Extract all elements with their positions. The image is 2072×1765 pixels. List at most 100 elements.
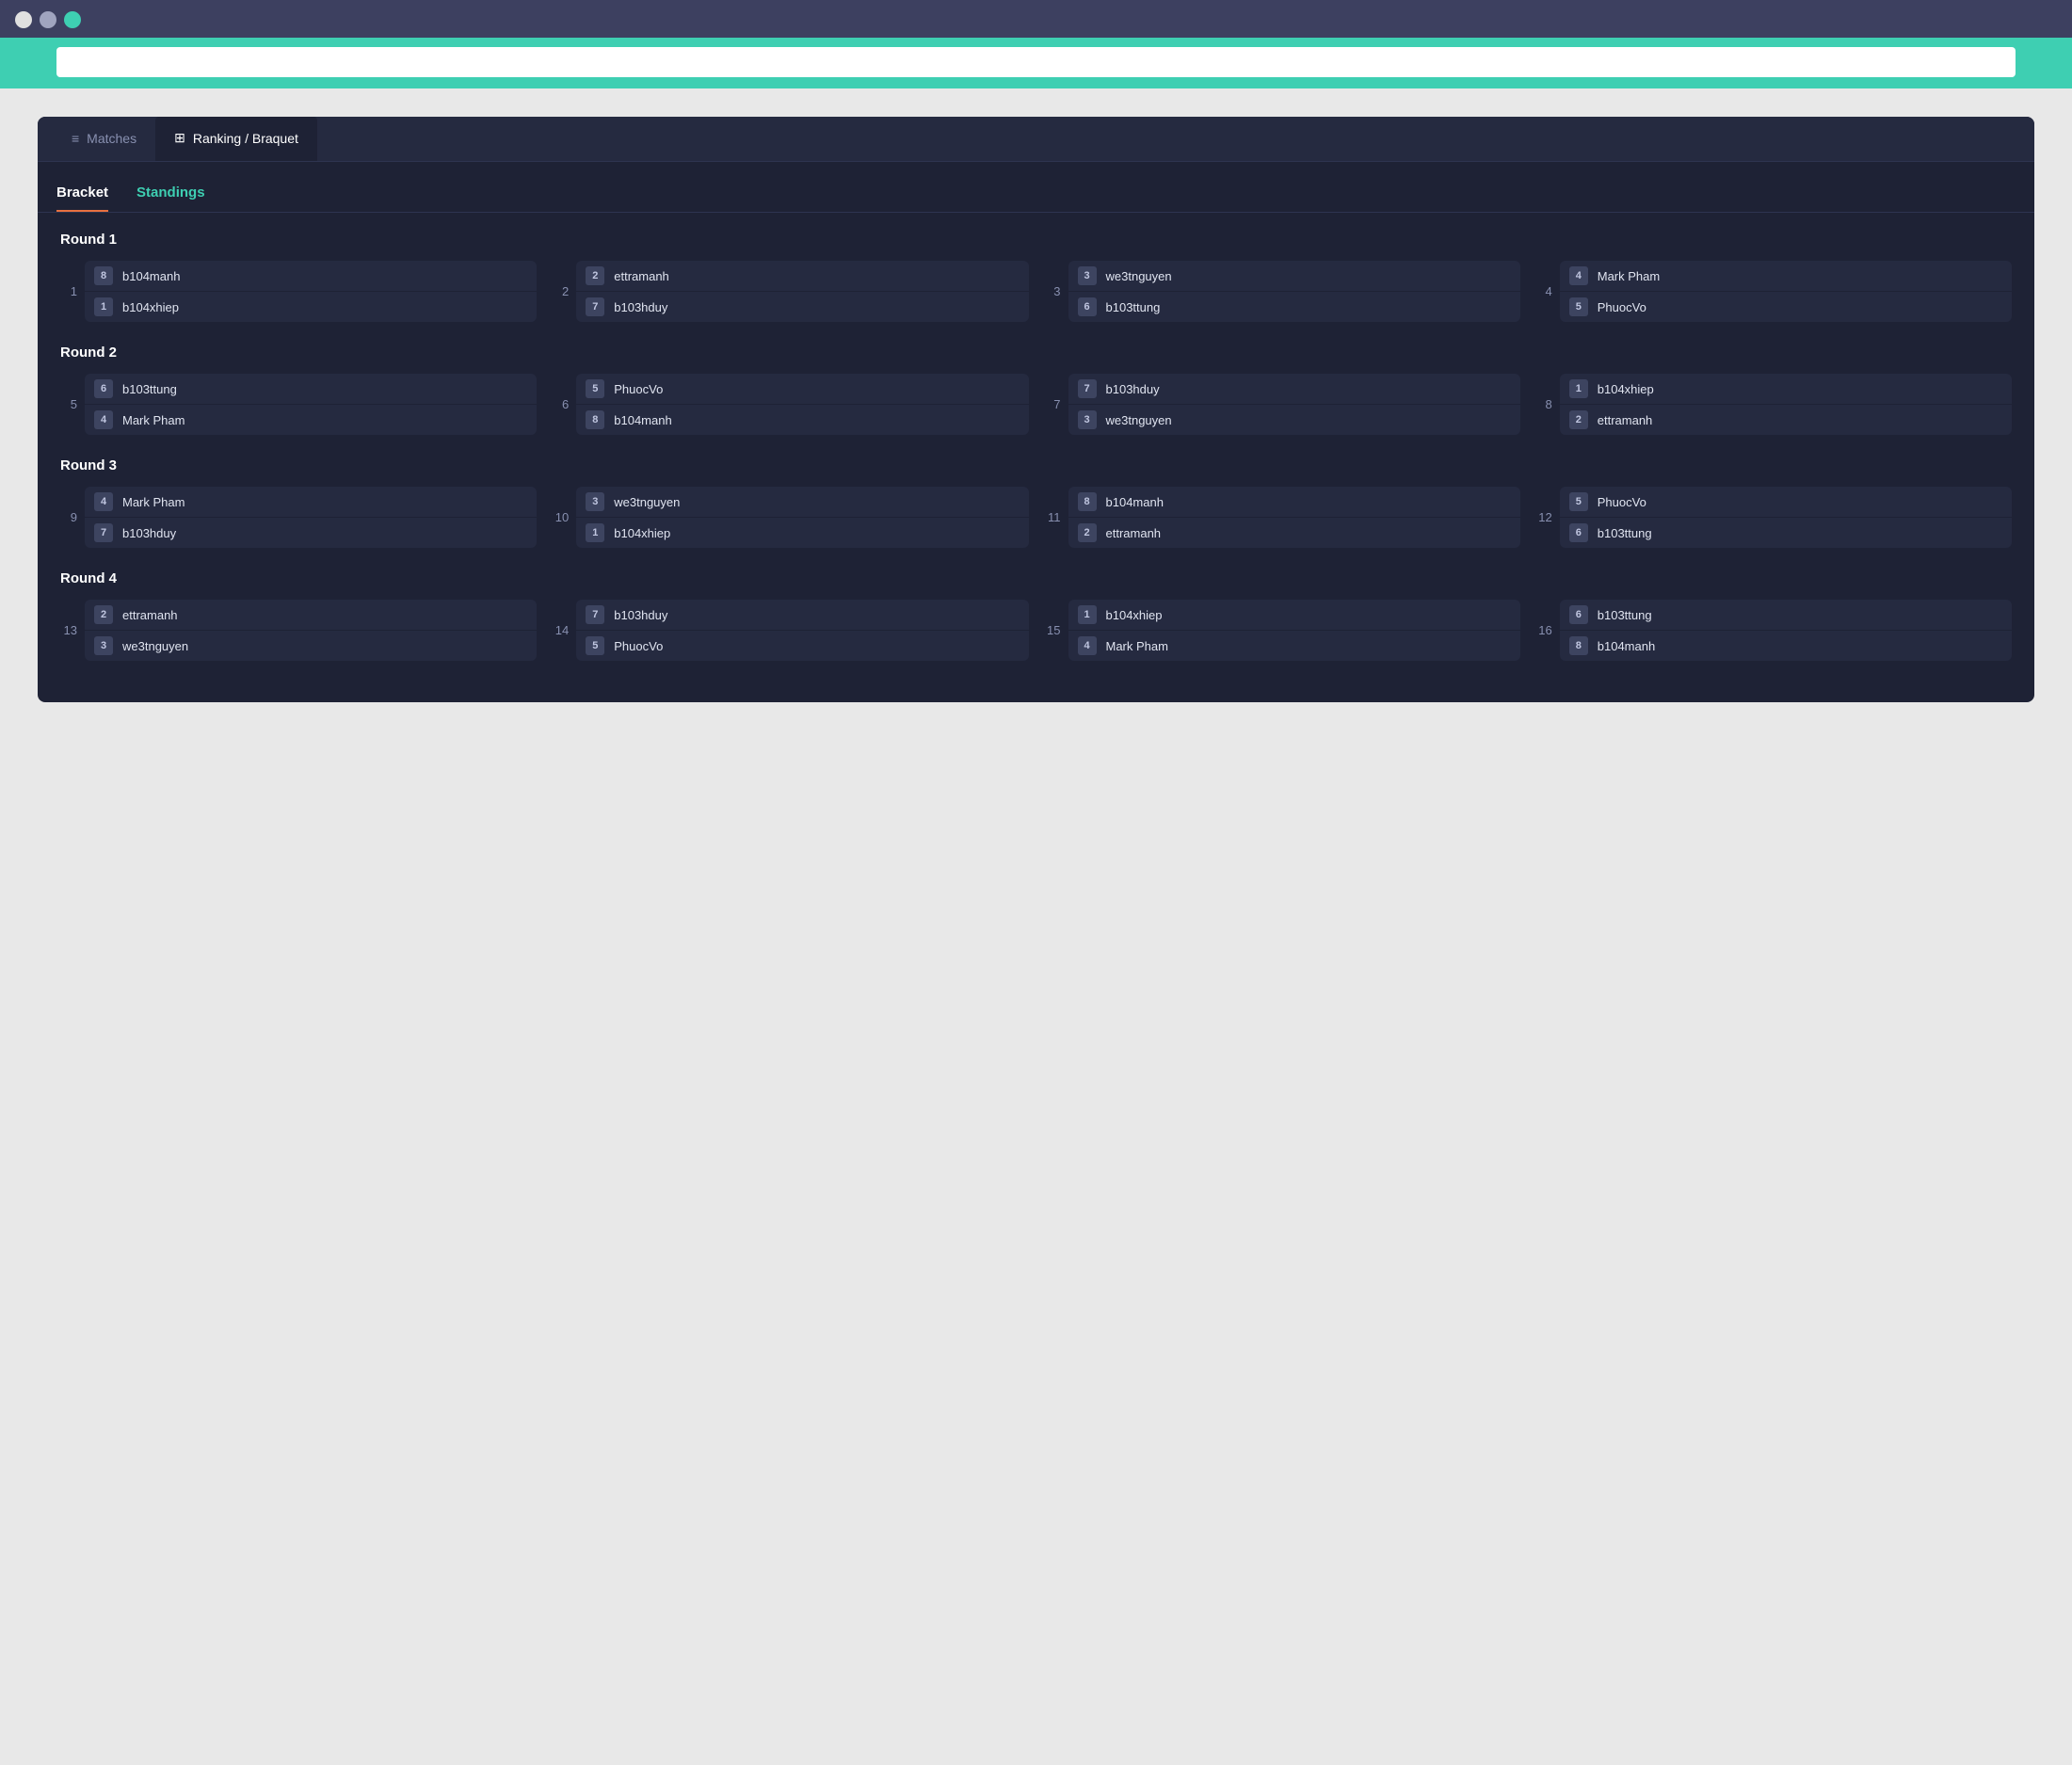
player-seed: 1 xyxy=(94,297,113,316)
match-container: 33we3tnguyen6b103ttung xyxy=(1044,261,1520,322)
player-seed: 7 xyxy=(586,297,604,316)
browser-bar-area xyxy=(0,38,2072,88)
player-seed: 1 xyxy=(1569,379,1588,398)
player-seed: 8 xyxy=(94,266,113,285)
player-name: b103ttung xyxy=(1598,526,1652,540)
player-seed: 6 xyxy=(1078,297,1097,316)
match-player: 5 PhuocVo xyxy=(1560,292,2012,322)
player-seed: 6 xyxy=(1569,523,1588,542)
player-name: ettramanh xyxy=(1106,526,1162,540)
player-name: b104xhiep xyxy=(122,300,179,314)
match-player: 3 we3tnguyen xyxy=(85,631,537,661)
match-card: 2 ettramanh 3 we3tnguyen xyxy=(85,600,537,661)
dot-yellow xyxy=(40,11,56,28)
match-player: 5PhuocVo xyxy=(576,631,1028,661)
dot-green xyxy=(64,11,81,28)
player-seed: 4 xyxy=(1569,266,1588,285)
player-name: b104manh xyxy=(1106,495,1164,509)
matches-grid: 18b104manh1b104xhiep22ettramanh7b103hduy… xyxy=(60,261,2012,322)
match-player: 6 b103ttung xyxy=(85,374,537,405)
player-seed: 8 xyxy=(1569,636,1588,655)
round-title: Round 1 xyxy=(60,232,2012,248)
player-name: PhuocVo xyxy=(1598,300,1646,314)
player-name: b103ttung xyxy=(122,382,177,396)
player-seed: 4 xyxy=(94,410,113,429)
match-card: 8 b104manh 1 b104xhiep xyxy=(85,261,537,322)
match-number: 9 xyxy=(60,510,77,524)
match-player: 1b104xhiep xyxy=(576,518,1028,548)
match-number: 11 xyxy=(1044,510,1061,524)
browser-chrome xyxy=(0,0,2072,38)
match-container: 16 6b103ttung8b104manh xyxy=(1535,600,2012,661)
match-number: 16 xyxy=(1535,623,1552,637)
player-seed: 2 xyxy=(1569,410,1588,429)
player-seed: 5 xyxy=(1569,297,1588,316)
player-seed: 6 xyxy=(94,379,113,398)
match-container: 118b104manh2ettramanh xyxy=(1044,487,1520,548)
player-name: PhuocVo xyxy=(1598,495,1646,509)
inner-tab-bracket[interactable]: Bracket xyxy=(56,177,108,212)
player-seed: 2 xyxy=(94,605,113,624)
match-number: 4 xyxy=(1535,284,1552,298)
player-name: PhuocVo xyxy=(614,382,663,396)
player-seed: 4 xyxy=(1078,636,1097,655)
address-bar[interactable] xyxy=(56,47,2016,77)
player-name: b103ttung xyxy=(1106,300,1161,314)
match-container: 81b104xhiep2ettramanh xyxy=(1535,374,2012,435)
tab-matches-label: Matches xyxy=(87,131,137,146)
match-number: 1 xyxy=(60,284,77,298)
match-player: 3we3tnguyen xyxy=(576,487,1028,518)
match-number: 2 xyxy=(552,284,569,298)
match-container: 132ettramanh3we3tnguyen xyxy=(60,600,537,661)
match-card: 2ettramanh7b103hduy xyxy=(576,261,1028,322)
player-name: we3tnguyen xyxy=(122,639,188,653)
match-player: 5PhuocVo xyxy=(576,374,1028,405)
player-seed: 7 xyxy=(94,523,113,542)
player-name: Mark Pham xyxy=(1598,269,1660,283)
player-seed: 2 xyxy=(586,266,604,285)
match-player: 4 Mark Pham xyxy=(1068,631,1520,661)
match-player: 8 b104manh xyxy=(85,261,537,292)
match-player: 6b103ttung xyxy=(1560,600,2012,631)
round-section: Round 4132ettramanh3we3tnguyen147b103hdu… xyxy=(60,570,2012,661)
player-name: ettramanh xyxy=(614,269,669,283)
match-container: 103we3tnguyen1b104xhiep xyxy=(552,487,1028,548)
match-container: 151b104xhiep4Mark Pham xyxy=(1044,600,1520,661)
match-player: 7 b103hduy xyxy=(85,518,537,548)
inner-tab-standings[interactable]: Standings xyxy=(137,177,205,212)
dot-red xyxy=(15,11,32,28)
content-area: ≡ Matches ⊞ Ranking / Braquet Bracket St… xyxy=(0,88,2072,1765)
match-card: 4Mark Pham 7 b103hduy xyxy=(85,487,537,548)
tab-ranking[interactable]: ⊞ Ranking / Braquet xyxy=(155,117,317,161)
match-player: 2 ettramanh xyxy=(1560,405,2012,435)
player-seed: 3 xyxy=(94,636,113,655)
match-number: 3 xyxy=(1044,284,1061,298)
player-seed: 8 xyxy=(1078,492,1097,511)
player-seed: 7 xyxy=(586,605,604,624)
player-name: Mark Pham xyxy=(1106,639,1168,653)
ranking-icon: ⊞ xyxy=(174,130,185,146)
player-seed: 3 xyxy=(586,492,604,511)
player-name: b103ttung xyxy=(1598,608,1652,622)
player-name: Mark Pham xyxy=(122,413,185,427)
bracket-content: Round 118b104manh1b104xhiep22ettramanh7b… xyxy=(38,213,2034,702)
player-seed: 1 xyxy=(1078,605,1097,624)
tab-matches[interactable]: ≡ Matches xyxy=(53,117,155,161)
match-player: 2 ettramanh xyxy=(576,261,1028,292)
match-number: 5 xyxy=(60,397,77,411)
player-name: b103hduy xyxy=(122,526,176,540)
round-title: Round 2 xyxy=(60,345,2012,361)
player-name: ettramanh xyxy=(1598,413,1653,427)
match-player: 8b104manh xyxy=(1560,631,2012,661)
match-player: 4Mark Pham xyxy=(85,487,537,518)
match-player: 6 b103ttung xyxy=(1068,292,1520,322)
player-name: ettramanh xyxy=(122,608,178,622)
tabs-bar: ≡ Matches ⊞ Ranking / Braquet xyxy=(38,117,2034,162)
player-name: we3tnguyen xyxy=(1106,269,1172,283)
inner-tab-standings-label: Standings xyxy=(137,185,205,201)
player-name: b104manh xyxy=(122,269,180,283)
match-container: 77b103hduy3we3tnguyen xyxy=(1044,374,1520,435)
inner-tab-bracket-label: Bracket xyxy=(56,185,108,201)
match-player: 6 b103ttung xyxy=(1560,518,2012,548)
player-seed: 5 xyxy=(586,636,604,655)
